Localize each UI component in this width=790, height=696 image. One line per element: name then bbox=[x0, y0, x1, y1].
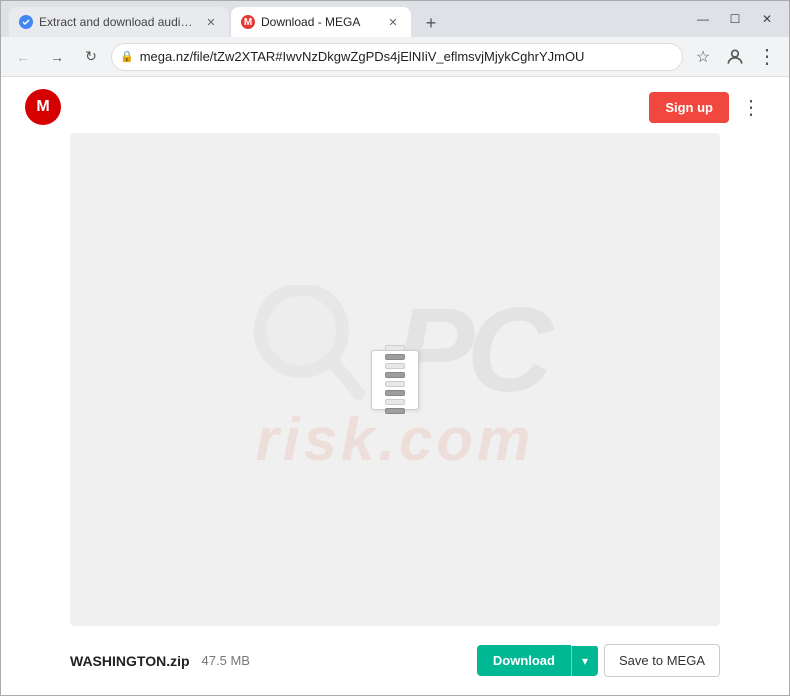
zip-stripe-8 bbox=[385, 408, 405, 414]
tab-1[interactable]: Extract and download audio an... ✕ bbox=[9, 7, 229, 37]
address-bar[interactable]: 🔒 mega.nz/file/tZw2XTAR#IwvNzDkgwZgPDs4j… bbox=[111, 43, 683, 71]
tab-2-close[interactable]: ✕ bbox=[385, 14, 401, 30]
file-info-bar: WASHINGTON.zip 47.5 MB Download ▾ Save t… bbox=[70, 638, 720, 683]
save-to-mega-button[interactable]: Save to MEGA bbox=[604, 644, 720, 677]
profile-button[interactable] bbox=[721, 43, 749, 71]
download-button-group: Download ▾ bbox=[477, 645, 598, 676]
zip-stripe-6 bbox=[385, 390, 405, 396]
restore-button[interactable]: ☐ bbox=[721, 8, 749, 30]
browser-window: Extract and download audio an... ✕ M Dow… bbox=[0, 0, 790, 696]
signup-button[interactable]: Sign up bbox=[649, 92, 729, 123]
nav-right-controls: ☆ ⋮ bbox=[689, 40, 781, 73]
forward-button[interactable]: → bbox=[43, 43, 71, 71]
file-size: 47.5 MB bbox=[202, 653, 250, 668]
zip-stripe-3 bbox=[385, 363, 405, 369]
file-preview-area: PC risk.com bbox=[70, 133, 720, 626]
zip-stripe-pattern bbox=[372, 345, 418, 414]
back-button[interactable]: ← bbox=[9, 43, 37, 71]
mega-header: M Sign up ⋮ bbox=[13, 89, 777, 133]
tab-2[interactable]: M Download - MEGA ✕ bbox=[231, 7, 411, 37]
zip-stripe-4 bbox=[385, 372, 405, 378]
zip-stripe-5 bbox=[385, 381, 405, 387]
close-button[interactable]: ✕ bbox=[753, 8, 781, 30]
navigation-bar: ← → ↻ 🔒 mega.nz/file/tZw2XTAR#IwvNzDkgwZ… bbox=[1, 37, 789, 77]
download-button[interactable]: Download bbox=[477, 645, 571, 676]
url-text: mega.nz/file/tZw2XTAR#IwvNzDkgwZgPDs4jEl… bbox=[140, 49, 672, 64]
title-bar: Extract and download audio an... ✕ M Dow… bbox=[1, 1, 789, 37]
mega-favicon-letter: M bbox=[244, 17, 252, 28]
zip-stripe-1 bbox=[385, 345, 405, 351]
header-right: Sign up ⋮ bbox=[649, 91, 765, 124]
zip-stripe-2 bbox=[385, 354, 405, 360]
new-tab-button[interactable]: + bbox=[417, 9, 445, 37]
dropdown-arrow-icon: ▾ bbox=[582, 654, 588, 668]
tab-strip: Extract and download audio an... ✕ M Dow… bbox=[9, 1, 445, 37]
file-name: WASHINGTON.zip bbox=[70, 653, 190, 669]
tab-1-close[interactable]: ✕ bbox=[203, 14, 219, 30]
minimize-button[interactable]: — bbox=[689, 8, 717, 30]
bookmark-button[interactable]: ☆ bbox=[689, 43, 717, 71]
zip-file-icon bbox=[371, 350, 419, 410]
browser-menu-button[interactable]: ⋮ bbox=[753, 40, 781, 73]
mega-menu-button[interactable]: ⋮ bbox=[737, 91, 765, 124]
file-actions: Download ▾ Save to MEGA bbox=[477, 644, 720, 677]
page-content: M Sign up ⋮ PC risk.com bbox=[1, 77, 789, 695]
magnifier-watermark bbox=[245, 285, 375, 415]
tab-1-favicon bbox=[19, 15, 33, 29]
tab-2-title: Download - MEGA bbox=[261, 15, 379, 29]
zip-stripe-7 bbox=[385, 399, 405, 405]
download-dropdown-button[interactable]: ▾ bbox=[571, 646, 598, 676]
tab-2-favicon: M bbox=[241, 15, 255, 29]
reload-button[interactable]: ↻ bbox=[77, 43, 105, 71]
risk-watermark-text: risk.com bbox=[256, 405, 535, 474]
tab-1-title: Extract and download audio an... bbox=[39, 15, 197, 29]
lock-icon: 🔒 bbox=[120, 50, 134, 63]
mega-logo: M bbox=[25, 89, 61, 125]
window-controls: — ☐ ✕ bbox=[689, 8, 781, 30]
